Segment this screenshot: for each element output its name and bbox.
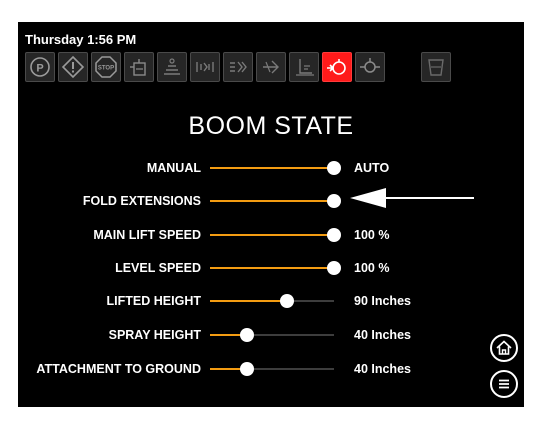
setting-label: FOLD EXTENSIONS [82,194,201,208]
boom-height-icon [296,59,314,76]
setting-label: MAIN LIFT SPEED [93,228,201,242]
setting-row-attachment-to-ground: ATTACHMENT TO GROUND 40 Inches [18,359,524,379]
svg-text:P: P [36,63,43,75]
page-title: BOOM STATE [188,112,354,140]
spray-height-slider[interactable] [210,328,334,342]
stop-icon: STOP [95,56,117,78]
setting-label: ATTACHMENT TO GROUND [36,362,201,376]
setting-value: 40 Inches [354,362,411,376]
slider-thumb[interactable] [240,362,254,376]
boom-section-button[interactable] [190,52,220,82]
boom-sections-multi-button[interactable] [223,52,253,82]
slider-fill [210,167,334,169]
display-screen: Thursday 1:56 PM P STOP BOOM STATE MANUA… [18,22,524,407]
setting-row-level-speed: LEVEL SPEED 100 % [18,258,524,278]
level-speed-slider[interactable] [210,261,341,275]
menu-icon [499,379,509,389]
pointer-arrow-icon [350,188,474,208]
rinse-tank-button[interactable] [421,52,451,82]
home-icon [496,340,512,355]
menu-button[interactable] [490,370,518,398]
home-button[interactable] [490,334,518,362]
lifted-height-slider[interactable] [210,294,334,308]
slider-thumb[interactable] [327,161,341,175]
setting-row-main-lift-speed: MAIN LIFT SPEED 100 % [18,225,524,245]
setting-row-lifted-height: LIFTED HEIGHT 90 Inches [18,291,524,311]
setting-value: 100 % [354,261,390,275]
boom-height-button[interactable] [289,52,319,82]
fold-extensions-slider[interactable] [210,194,341,208]
setting-label: LEVEL SPEED [115,261,201,275]
slider-thumb[interactable] [327,194,341,208]
setting-label: LIFTED HEIGHT [106,294,201,308]
svg-text:STOP: STOP [98,66,114,72]
boom-sections-multi-icon [230,61,247,73]
warning-button[interactable] [58,52,88,82]
boom-section-icon [196,62,214,72]
rinse-tank-icon [428,59,444,76]
sprayer-tank-icon [130,59,146,76]
boom-fold-button[interactable] [256,52,286,82]
setting-label: MANUAL [146,161,201,175]
boom-lift-button[interactable] [355,52,385,82]
setting-value: 40 Inches [354,328,411,342]
slider-fill [210,267,334,269]
parking-brake-icon: P [30,57,50,77]
slider-thumb[interactable] [240,328,254,342]
setting-value: 100 % [354,228,390,242]
slider-fill [210,300,287,302]
boom-state-button[interactable] [322,52,352,82]
manual-auto-slider[interactable] [210,161,341,175]
parking-brake-button[interactable]: P [25,52,55,82]
sprayer-tank-button[interactable] [124,52,154,82]
slider-thumb[interactable] [327,228,341,242]
slider-fill [210,200,334,202]
slider-fill [210,234,334,236]
setting-row-spray-height: SPRAY HEIGHT 40 Inches [18,325,524,345]
attachment-to-ground-slider[interactable] [210,362,334,376]
field-work-button[interactable] [157,52,187,82]
warning-icon [61,55,85,79]
stop-button[interactable]: STOP [91,52,121,82]
slider-thumb[interactable] [327,261,341,275]
setting-value: AUTO [354,161,390,175]
boom-fold-icon [263,60,279,74]
setting-value: 90 Inches [354,294,411,308]
setting-row-manual: MANUAL AUTO [18,158,524,178]
slider-thumb[interactable] [280,294,294,308]
boom-lift-icon [360,58,380,73]
field-work-icon [164,58,180,75]
main-lift-speed-slider[interactable] [210,228,341,242]
status-datetime: Thursday 1:56 PM [25,32,137,47]
boom-state-icon [327,59,346,75]
setting-label: SPRAY HEIGHT [108,328,201,342]
